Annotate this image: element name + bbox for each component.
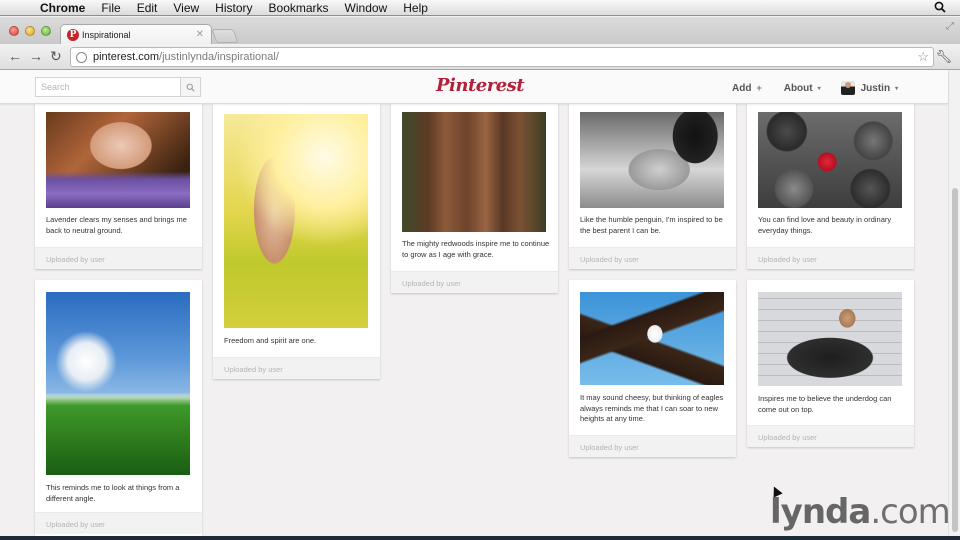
url-host: pinterest.com — [93, 51, 160, 63]
menu-file[interactable]: File — [93, 1, 128, 15]
pin-image[interactable] — [46, 292, 190, 475]
wrench-menu-icon[interactable]: 🔧︎ — [935, 49, 952, 65]
add-label: Add — [732, 82, 752, 94]
uploaded-by-link[interactable]: Uploaded by user — [758, 255, 817, 264]
header-nav: Add + About ▾ Justin ▾ — [732, 81, 898, 95]
pin-footer: Uploaded by user — [747, 247, 914, 269]
pin-card-dog[interactable]: Inspires me to believe the underdog can … — [747, 280, 914, 447]
plus-icon: + — [756, 83, 762, 93]
page-scrollbar[interactable] — [948, 70, 960, 536]
pin-board: Lavender clears my senses and brings me … — [0, 104, 948, 536]
pin-footer: Uploaded by user — [569, 247, 736, 269]
mac-menubar: Chrome File Edit View History Bookmarks … — [0, 0, 960, 16]
menu-edit[interactable]: Edit — [129, 1, 166, 15]
pin-footer: Uploaded by user — [35, 247, 202, 269]
pin-caption: The mighty redwoods inspire me to contin… — [402, 239, 550, 259]
new-tab-button[interactable] — [211, 29, 239, 43]
pin-footer: Uploaded by user — [391, 271, 558, 293]
pin-caption: Lavender clears my senses and brings me … — [46, 215, 187, 235]
forward-arrow-icon[interactable]: → — [29, 49, 43, 63]
scrollbar-thumb[interactable] — [952, 188, 958, 532]
zoom-window-button[interactable] — [41, 26, 51, 36]
pin-image[interactable] — [580, 292, 724, 385]
bookmark-star-icon[interactable]: ☆ — [917, 49, 929, 65]
pin-footer: Uploaded by user — [569, 435, 736, 457]
menu-app-chrome[interactable]: Chrome — [36, 1, 93, 15]
pin-image[interactable] — [402, 112, 546, 232]
user-menu[interactable]: Justin ▾ — [840, 81, 899, 95]
pin-image[interactable] — [46, 112, 190, 208]
pin-card-eagle[interactable]: It may sound cheesy, but thinking of eag… — [569, 280, 736, 457]
browser-toolbar: ← → ↻ pinterest.com/justinlynda/inspirat… — [0, 44, 960, 70]
search-box — [35, 77, 201, 97]
search-input[interactable] — [36, 78, 181, 96]
browser-tabstrip: P Inspirational ✕ ⤢ — [0, 17, 960, 45]
watermark-suffix: .com — [870, 492, 950, 532]
search-icon — [186, 83, 195, 92]
reload-icon[interactable]: ↻ — [50, 49, 62, 63]
fullscreen-icon[interactable]: ⤢ — [946, 21, 954, 32]
pinterest-header: Pinterest Add + About ▾ Justin ▾ — [0, 70, 948, 104]
lynda-watermark: lynda.com — [770, 492, 951, 532]
menu-history[interactable]: History — [207, 1, 260, 15]
tab-title: Inspirational — [82, 30, 131, 40]
avatar — [840, 81, 855, 95]
globe-icon — [76, 51, 87, 63]
pin-footer: Uploaded by user — [747, 425, 914, 447]
pin-card-stones[interactable]: You can find love and beauty in ordinary… — [747, 104, 914, 269]
watermark-brand: lynda — [770, 492, 871, 532]
close-window-button[interactable] — [9, 26, 19, 36]
pin-caption: You can find love and beauty in ordinary… — [758, 215, 892, 235]
pin-caption: Inspires me to believe the underdog can … — [758, 394, 892, 414]
uploaded-by-link[interactable]: Uploaded by user — [402, 279, 461, 288]
pin-caption: Freedom and spirit are one. — [224, 336, 317, 345]
pin-image[interactable] — [758, 292, 902, 386]
about-menu[interactable]: About ▾ — [784, 83, 821, 94]
back-arrow-icon[interactable]: ← — [8, 49, 22, 63]
pin-caption: This reminds me to look at things from a… — [46, 483, 180, 503]
pin-caption: Like the humble penguin, I'm inspired to… — [580, 215, 723, 235]
pin-footer: Uploaded by user — [213, 357, 380, 379]
menu-window[interactable]: Window — [337, 1, 396, 15]
screen: Chrome File Edit View History Bookmarks … — [0, 0, 960, 536]
menu-view[interactable]: View — [165, 1, 207, 15]
minimize-window-button[interactable] — [25, 26, 35, 36]
pin-card-dandelion[interactable]: This reminds me to look at things from a… — [35, 280, 202, 536]
menu-bookmarks[interactable]: Bookmarks — [261, 1, 337, 15]
pin-image[interactable] — [580, 112, 724, 208]
pin-card-redwood[interactable]: The mighty redwoods inspire me to contin… — [391, 104, 558, 293]
pin-image[interactable] — [758, 112, 902, 208]
url-path: /justinlynda/inspirational/ — [159, 51, 279, 63]
window-controls — [9, 26, 51, 36]
uploaded-by-link[interactable]: Uploaded by user — [758, 433, 817, 442]
pin-caption: It may sound cheesy, but thinking of eag… — [580, 393, 724, 423]
spotlight-search-icon[interactable] — [934, 1, 946, 13]
chevron-down-icon: ▾ — [895, 85, 899, 92]
pin-image[interactable] — [224, 114, 368, 328]
close-tab-icon[interactable]: ✕ — [196, 29, 204, 40]
user-name: Justin — [860, 82, 891, 94]
address-bar[interactable]: pinterest.com/justinlynda/inspirational/… — [70, 47, 934, 67]
pin-card-freedom[interactable]: Freedom and spirit are one. Uploaded by … — [213, 104, 380, 379]
pinterest-logo[interactable]: Pinterest — [436, 75, 525, 96]
about-label: About — [783, 82, 813, 94]
tab-inspirational[interactable]: P Inspirational ✕ — [60, 24, 212, 45]
pin-card-penguin[interactable]: Like the humble penguin, I'm inspired to… — [569, 104, 736, 269]
chevron-down-icon: ▾ — [817, 85, 821, 92]
uploaded-by-link[interactable]: Uploaded by user — [580, 255, 639, 264]
menu-help[interactable]: Help — [395, 1, 436, 15]
uploaded-by-link[interactable]: Uploaded by user — [580, 443, 639, 452]
screen-bottom-edge — [0, 536, 960, 540]
pin-card-lavender[interactable]: Lavender clears my senses and brings me … — [35, 104, 202, 269]
uploaded-by-link[interactable]: Uploaded by user — [224, 365, 283, 374]
pin-footer: Uploaded by user — [35, 512, 202, 534]
search-button[interactable] — [180, 78, 200, 96]
pinterest-favicon-icon: P — [67, 29, 79, 41]
add-menu[interactable]: Add + — [732, 83, 762, 94]
uploaded-by-link[interactable]: Uploaded by user — [46, 520, 105, 529]
uploaded-by-link[interactable]: Uploaded by user — [46, 255, 105, 264]
